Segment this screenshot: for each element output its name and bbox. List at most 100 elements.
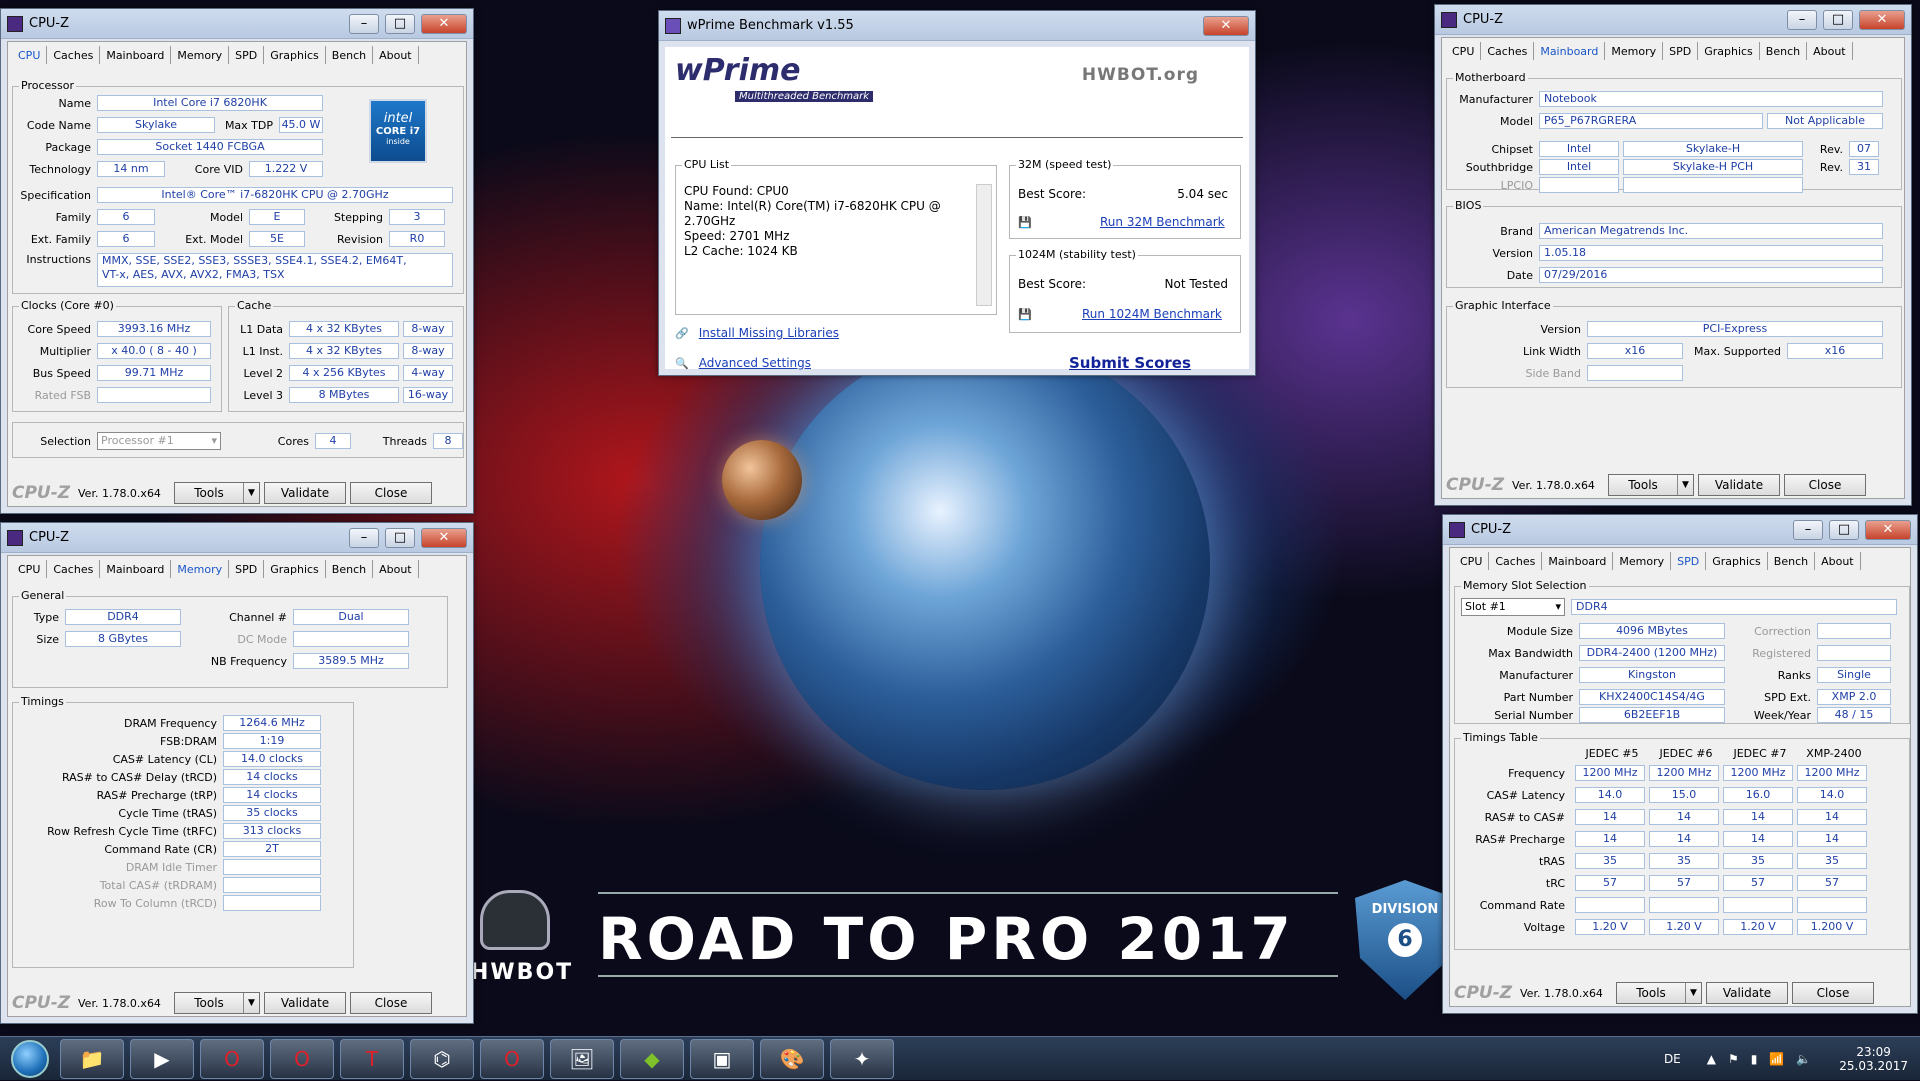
language-indicator[interactable]: DE: [1664, 1052, 1681, 1066]
titlebar[interactable]: CPU-Z – □ ✕: [1435, 5, 1911, 35]
titlebar[interactable]: wPrime Benchmark v1.55 ✕: [659, 11, 1255, 41]
run-32m-link[interactable]: Run 32M Benchmark: [1100, 215, 1225, 229]
taskbar-media-player-icon[interactable]: ▶: [130, 1038, 194, 1079]
tab-cpu[interactable]: CPU: [12, 560, 48, 578]
tab-bench[interactable]: Bench: [326, 560, 374, 578]
timings-table-row: CAS# Latency 14.0 15.0 16.0 14.0: [1455, 787, 1867, 803]
minimize-button[interactable]: –: [1793, 519, 1823, 540]
tab-graphics[interactable]: Graphics: [1706, 552, 1768, 570]
taskbar-wprime-icon[interactable]: ✦: [830, 1038, 894, 1079]
taskbar-opera-icon[interactable]: O: [480, 1038, 544, 1079]
taskbar-explorer-icon[interactable]: 📁: [60, 1038, 124, 1079]
tab-spd[interactable]: SPD: [1671, 552, 1707, 570]
tab-mainboard[interactable]: Mainboard: [100, 46, 172, 64]
run-1024m-link[interactable]: Run 1024M Benchmark: [1082, 307, 1222, 321]
tab-about[interactable]: About: [373, 560, 419, 578]
tools-button[interactable]: Tools ▼: [1608, 474, 1694, 496]
action-center-icon[interactable]: ⚑: [1728, 1052, 1739, 1066]
minimize-button[interactable]: –: [349, 13, 379, 34]
minimize-button[interactable]: –: [349, 527, 379, 548]
tab-memory[interactable]: Memory: [1605, 42, 1664, 60]
tab-mainboard[interactable]: Mainboard: [1534, 42, 1606, 60]
timings-cell: 35: [1649, 853, 1719, 869]
tools-button[interactable]: Tools ▼: [1616, 982, 1702, 1004]
maximize-button[interactable]: □: [385, 527, 415, 548]
close-window-button[interactable]: ✕: [421, 13, 467, 34]
slot-select[interactable]: Slot #1 ▾: [1461, 598, 1565, 616]
close-window-button[interactable]: ✕: [1865, 519, 1911, 540]
validate-button[interactable]: Validate: [1698, 474, 1780, 496]
tab-caches[interactable]: Caches: [1481, 42, 1535, 60]
tab-graphics[interactable]: Graphics: [264, 46, 326, 64]
start-button[interactable]: [0, 1037, 60, 1081]
taskbar-t-app-icon[interactable]: T: [340, 1038, 404, 1079]
cpuz-footer: CPU-Z Ver. 1.78.0.x64 Tools ▼ Validate Close: [8, 990, 466, 1016]
tab-bench[interactable]: Bench: [1760, 42, 1808, 60]
taskbar-opera-icon[interactable]: O: [270, 1038, 334, 1079]
save-icon[interactable]: 💾: [1018, 308, 1036, 321]
processor-select[interactable]: Processor #1 ▾: [97, 432, 221, 450]
tab-mainboard[interactable]: Mainboard: [100, 560, 172, 578]
close-button[interactable]: Close: [1784, 474, 1866, 496]
maximize-button[interactable]: □: [1823, 9, 1853, 30]
tab-memory[interactable]: Memory: [171, 560, 230, 578]
tab-graphics[interactable]: Graphics: [1698, 42, 1760, 60]
timing-value: 14 clocks: [223, 769, 321, 785]
close-button[interactable]: Close: [1792, 982, 1874, 1004]
bios-date: 07/29/2016: [1539, 267, 1883, 283]
tab-bench[interactable]: Bench: [326, 46, 374, 64]
taskbar-cpu-tool-icon[interactable]: ⌬: [410, 1038, 474, 1079]
tools-button[interactable]: Tools ▼: [174, 482, 260, 504]
tab-mainboard[interactable]: Mainboard: [1542, 552, 1614, 570]
tab-spd[interactable]: SPD: [1663, 42, 1699, 60]
tab-cpu[interactable]: CPU: [12, 46, 48, 64]
advanced-settings-link[interactable]: Advanced Settings: [699, 356, 811, 370]
maximize-button[interactable]: □: [385, 13, 415, 34]
taskbar-image-viewer-icon[interactable]: 🖼: [550, 1038, 614, 1079]
tab-about[interactable]: About: [373, 46, 419, 64]
network-icon[interactable]: 📶: [1769, 1052, 1784, 1066]
close-window-button[interactable]: ✕: [1203, 15, 1249, 36]
tab-bench[interactable]: Bench: [1768, 552, 1816, 570]
tab-memory[interactable]: Memory: [1613, 552, 1672, 570]
close-window-button[interactable]: ✕: [1859, 9, 1905, 30]
titlebar[interactable]: CPU-Z – □ ✕: [1, 9, 473, 39]
taskbar-nvidia-icon[interactable]: ◆: [620, 1038, 684, 1079]
close-button[interactable]: Close: [350, 482, 432, 504]
minimize-button[interactable]: –: [1787, 9, 1817, 30]
power-icon[interactable]: ▮: [1751, 1052, 1758, 1066]
tab-memory[interactable]: Memory: [171, 46, 230, 64]
timing-value: 35 clocks: [223, 805, 321, 821]
close-window-button[interactable]: ✕: [421, 527, 467, 548]
titlebar[interactable]: CPU-Z – □ ✕: [1443, 515, 1917, 545]
tab-graphics[interactable]: Graphics: [264, 560, 326, 578]
save-icon[interactable]: 💾: [1018, 216, 1036, 229]
maximize-button[interactable]: □: [1829, 519, 1859, 540]
tab-spd[interactable]: SPD: [229, 46, 265, 64]
clock[interactable]: 23:09 25.03.2017: [1839, 1045, 1908, 1073]
tab-caches[interactable]: Caches: [47, 46, 101, 64]
tab-cpu[interactable]: CPU: [1454, 552, 1490, 570]
cpu-list-scrollbar[interactable]: [976, 184, 992, 306]
install-libraries-link[interactable]: Install Missing Libraries: [699, 326, 839, 340]
timings-cell: [1723, 897, 1793, 913]
cpu-stepping: 3: [389, 209, 445, 225]
tab-caches[interactable]: Caches: [47, 560, 101, 578]
tab-about[interactable]: About: [1807, 42, 1853, 60]
taskbar-paint-icon[interactable]: 🎨: [760, 1038, 824, 1079]
submit-scores-link[interactable]: Submit Scores: [1069, 354, 1191, 372]
tab-about[interactable]: About: [1815, 552, 1861, 570]
volume-icon[interactable]: 🔈: [1796, 1052, 1811, 1066]
tab-caches[interactable]: Caches: [1489, 552, 1543, 570]
show-hidden-icons-icon[interactable]: ▲: [1707, 1052, 1716, 1066]
tab-spd[interactable]: SPD: [229, 560, 265, 578]
close-button[interactable]: Close: [350, 992, 432, 1014]
taskbar-cpuz-icon[interactable]: ▣: [690, 1038, 754, 1079]
validate-button[interactable]: Validate: [264, 482, 346, 504]
validate-button[interactable]: Validate: [1706, 982, 1788, 1004]
tab-cpu[interactable]: CPU: [1446, 42, 1482, 60]
validate-button[interactable]: Validate: [264, 992, 346, 1014]
tools-button[interactable]: Tools ▼: [174, 992, 260, 1014]
titlebar[interactable]: CPU-Z – □ ✕: [1, 523, 473, 553]
taskbar-opera-icon[interactable]: O: [200, 1038, 264, 1079]
